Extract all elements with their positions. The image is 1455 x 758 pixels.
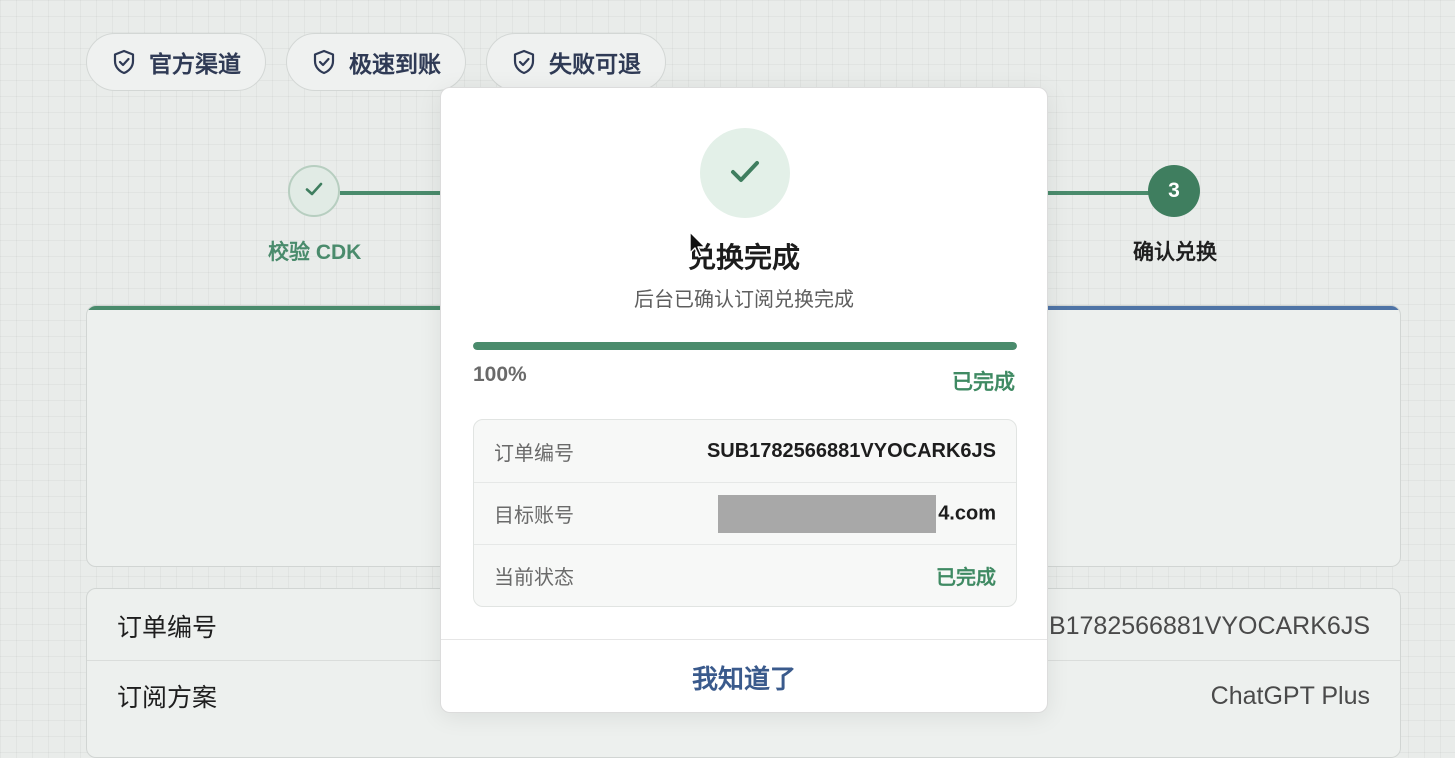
detail-row-order-number: 订单编号 SUB1782566881VYOCARK6JS (474, 420, 1016, 482)
feature-badges: 官方渠道 极速到账 失败可退 (86, 33, 666, 91)
progress-status: 已完成 (952, 371, 1015, 394)
check-icon (725, 151, 765, 196)
step-3-active: 3 (1148, 165, 1200, 217)
progress-bar (473, 342, 1017, 350)
confirm-button[interactable]: 我知道了 (441, 639, 1047, 712)
redacted-block (718, 494, 937, 533)
detail-row-status: 当前状态 已完成 (474, 544, 1016, 606)
badge-label: 官方渠道 (149, 51, 241, 77)
shield-check-icon (513, 49, 535, 75)
shield-check-icon (313, 49, 335, 75)
redeem-complete-dialog: 兑换完成 后台已确认订阅兑换完成 100% 已完成 订单编号 SUB178256… (440, 87, 1048, 713)
shield-check-icon (113, 49, 135, 75)
dialog-title: 兑换完成 (687, 242, 800, 273)
step-3-number: 3 (1168, 179, 1180, 202)
step-1-label: 校验 CDK (268, 241, 362, 264)
progress-bar-fill (473, 342, 1017, 350)
mouse-cursor-icon (689, 231, 707, 264)
order-number-value: SUB1782566881VYOCARK6JS (1014, 611, 1370, 640)
check-icon (303, 178, 325, 205)
detail-label: 当前状态 (494, 567, 574, 589)
detail-label: 目标账号 (494, 505, 574, 527)
plan-label: 订阅方案 (117, 684, 218, 712)
order-details: 订单编号 SUB1782566881VYOCARK6JS 目标账号 4.com … (473, 419, 1017, 607)
badge-fast-delivery: 极速到账 (286, 33, 466, 91)
detail-label: 订单编号 (494, 442, 574, 465)
step-connector (340, 191, 450, 195)
order-number-label: 订单编号 (117, 614, 218, 642)
progress-percent: 100% (473, 363, 527, 386)
badge-official-channel: 官方渠道 (86, 33, 266, 91)
step-connector (1040, 191, 1150, 195)
detail-value-account: 4.com (718, 494, 996, 533)
dialog-subtitle: 后台已确认订阅兑换完成 (634, 289, 854, 311)
plan-value: ChatGPT Plus (1210, 681, 1370, 710)
badge-label: 失败可退 (549, 51, 641, 77)
badge-refundable: 失败可退 (486, 33, 666, 91)
account-suffix: 4.com (938, 501, 996, 524)
detail-row-target-account: 目标账号 4.com (474, 482, 1016, 544)
badge-label: 极速到账 (349, 51, 441, 77)
step-3-label: 确认兑换 (1133, 241, 1217, 264)
success-badge (700, 128, 790, 218)
status-value: 已完成 (936, 567, 996, 589)
step-1-complete (288, 165, 340, 217)
detail-value: SUB1782566881VYOCARK6JS (706, 439, 996, 462)
